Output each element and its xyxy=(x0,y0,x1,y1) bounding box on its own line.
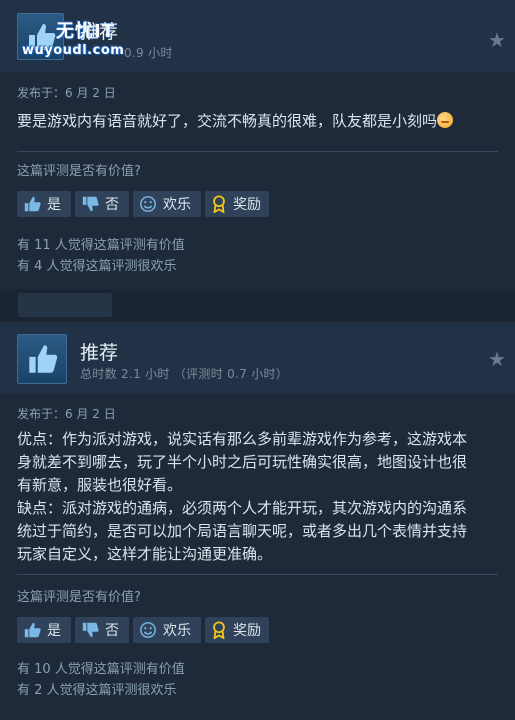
recommend-thumb-icon xyxy=(17,334,67,384)
award-icon xyxy=(213,195,225,213)
review-text-line: 玩家自定义，这样才能让沟通更准确。 xyxy=(17,545,273,563)
review-text-line: 缺点：派对游戏的通病，必须两个人才能开玩，其次游戏内的沟通系 xyxy=(17,499,468,517)
review-header xyxy=(0,322,515,394)
review-stats: 有 11 人觉得这篇评测有价值 有 4 人觉得这篇评测很欢乐 xyxy=(17,235,185,277)
vote-no-label: 否 xyxy=(105,197,119,213)
playtime: 0.9 小时 xyxy=(124,46,173,60)
vote-no-button[interactable]: 否 xyxy=(75,191,129,217)
review-card-1: 无忧IT wuyoudl.com 推荐 0.9 小时 ★ 发布于：6 月 2 日… xyxy=(0,0,515,289)
award-button[interactable]: 奖励 xyxy=(205,191,269,217)
vote-yes-button[interactable]: 是 xyxy=(17,617,71,643)
thumbs-up-icon xyxy=(24,622,41,638)
playtime: 总时数 2.1 小时 （评测时 0.7 小时） xyxy=(80,367,289,381)
vote-yes-label: 是 xyxy=(47,197,61,213)
review-separator xyxy=(0,289,515,322)
thumbs-down-icon xyxy=(82,622,99,638)
award-label: 奖励 xyxy=(233,197,261,213)
review-text-line: 有新意，服装也很好看。 xyxy=(17,476,183,494)
helpful-question: 这篇评测是否有价值? xyxy=(17,164,141,179)
divider xyxy=(17,151,498,152)
vote-no-button[interactable]: 否 xyxy=(75,617,129,643)
review-stats: 有 10 人觉得这篇评测有价值 有 2 人觉得这篇评测很欢乐 xyxy=(17,659,185,701)
star-icon[interactable]: ★ xyxy=(488,347,506,371)
award-label: 奖励 xyxy=(233,623,261,639)
review-title[interactable]: 推荐 xyxy=(80,17,118,44)
smile-icon xyxy=(140,196,156,212)
review-text: 优点：作为派对游戏，说实话有那么多前辈游戏作为参考，这游戏本 身就差不到哪去，玩… xyxy=(17,428,467,566)
watermark-en: wuyoudl.com xyxy=(22,43,125,58)
vote-funny-button[interactable]: 欢乐 xyxy=(133,617,201,643)
posted-date: 发布于：6 月 2 日 xyxy=(17,407,116,421)
award-button[interactable]: 奖励 xyxy=(205,617,269,643)
review-text-line: 统过于简约，是否可以加个局语言聊天呢，或者多出几个表情并支持 xyxy=(17,522,468,540)
review-title[interactable]: 推荐 xyxy=(80,338,118,365)
stats-helpful: 有 10 人觉得这篇评测有价值 xyxy=(17,662,185,677)
vote-yes-label: 是 xyxy=(47,623,61,639)
divider xyxy=(17,574,498,575)
review-card-2: 推荐 总时数 2.1 小时 （评测时 0.7 小时） ★ 发布于：6 月 2 日… xyxy=(0,322,515,720)
vote-no-label: 否 xyxy=(105,623,119,639)
star-icon[interactable]: ★ xyxy=(488,28,506,52)
smile-icon xyxy=(140,622,156,638)
award-icon xyxy=(213,621,225,639)
separator-tab xyxy=(18,293,112,317)
vote-yes-button[interactable]: 是 xyxy=(17,191,71,217)
vote-funny-button[interactable]: 欢乐 xyxy=(133,191,201,217)
vote-funny-label: 欢乐 xyxy=(163,197,191,213)
review-text-line: 身就差不到哪去，玩了半个小时之后可玩性确实很高，地图设计也很 xyxy=(17,453,468,471)
review-text-line: 优点：作为派对游戏，说实话有那么多前辈游戏作为参考，这游戏本 xyxy=(17,430,468,448)
thumbs-down-icon xyxy=(82,196,99,212)
pensive-emoji-icon xyxy=(437,112,454,128)
posted-date: 发布于：6 月 2 日 xyxy=(17,86,116,100)
helpful-question: 这篇评测是否有价值? xyxy=(17,590,141,605)
thumbs-up-icon xyxy=(24,196,41,212)
stats-funny: 有 2 人觉得这篇评测很欢乐 xyxy=(17,683,177,698)
review-text: 要是游戏内有语音就好了，交流不畅真的很难，队友都是小刻吗 xyxy=(17,110,454,133)
stats-funny: 有 4 人觉得这篇评测很欢乐 xyxy=(17,259,177,274)
vote-funny-label: 欢乐 xyxy=(163,623,191,639)
stats-helpful: 有 11 人觉得这篇评测有价值 xyxy=(17,238,185,253)
